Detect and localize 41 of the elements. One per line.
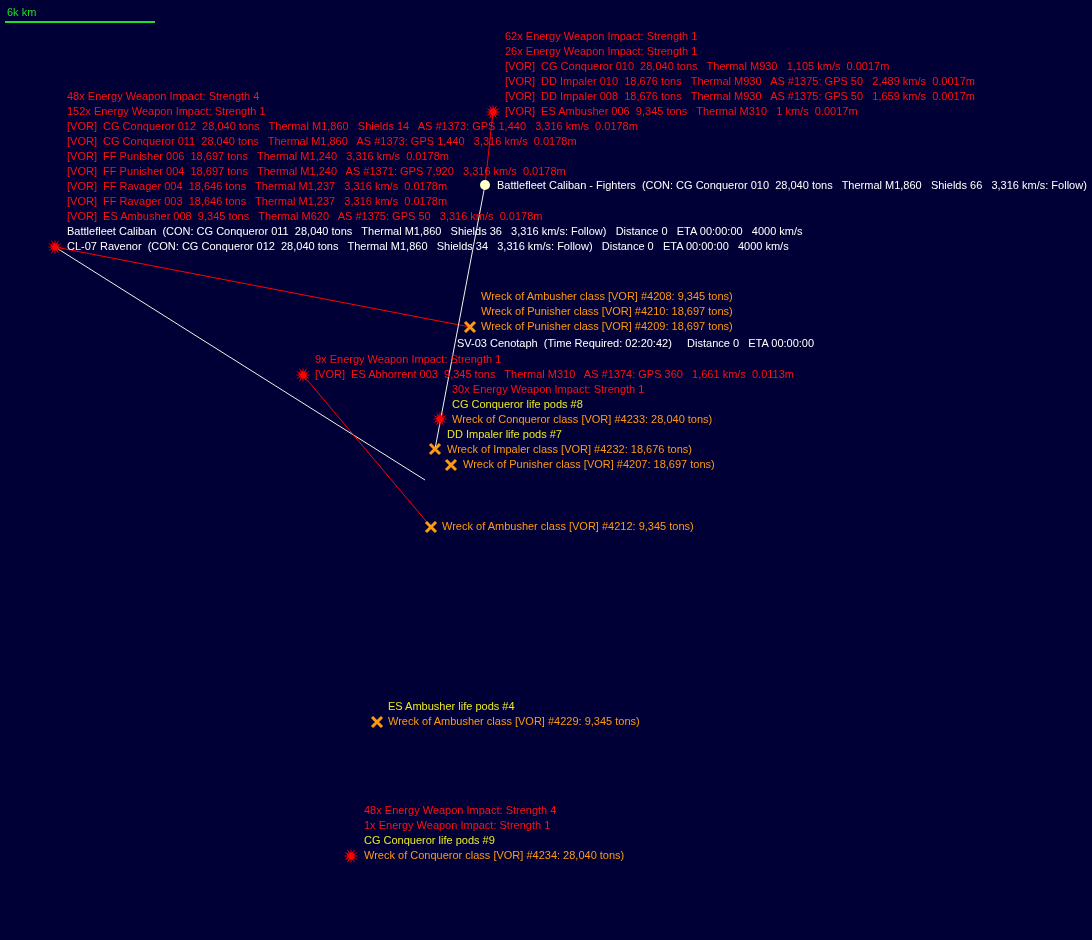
wreck-label: Wreck of Impaler class [VOR] #4232: 18,676 tons) xyxy=(447,442,692,456)
wreck-label: Wreck of Ambusher class [VOR] #4208: 9,345 tons) xyxy=(481,289,733,303)
fleet-label: Battlefleet Caliban (CON: CG Conqueror 011 28,040 tons Thermal M1,860 Shields 36 3,316 km/s: Follow) Distance 0 ETA 00:00:00 4000 km/s xyxy=(67,224,803,238)
contact-label: [VOR] ES Ambusher 006 9,345 tons Thermal M310 1 km/s 0.0017m xyxy=(505,104,858,118)
fleet-label: SV-03 Cenotaph (Time Required: 02:20:42) Distance 0 ETA 00:00:00 xyxy=(457,336,815,350)
wreck-label: Wreck of Ambusher class [VOR] #4212: 9,345 tons) xyxy=(442,519,694,533)
impact-label: 26x Energy Weapon Impact: Strength 1 xyxy=(505,44,698,58)
fleet-label: CL-07 Ravenor (CON: CG Conqueror 012 28,040 tons Thermal M1,860 Shields 34 3,316 km/s: Follow) Distance 0 ETA 00:00:00 4000 km/s xyxy=(67,239,789,253)
impact-label: 1x Energy Weapon Impact: Strength 1 xyxy=(364,818,551,832)
dot-icon[interactable] xyxy=(480,180,490,190)
life-pods-label: CG Conqueror life pods #9 xyxy=(364,833,495,847)
wreck-label: Wreck of Punisher class [VOR] #4210: 18,697 tons) xyxy=(481,304,733,318)
contact-label: [VOR] FF Punisher 006 18,697 tons Thermal M1,240 3,316 km/s 0.0178m xyxy=(67,149,449,163)
wreck-label: Wreck of Punisher class [VOR] #4207: 18,697 tons) xyxy=(463,457,715,471)
contact-label: [VOR] CG Conqueror 011 28,040 tons Thermal M1,860 AS #1373: GPS 1,440 3,316 km/s 0.0178m xyxy=(67,134,577,148)
cross-icon[interactable] xyxy=(444,458,458,472)
impact-label: 9x Energy Weapon Impact: Strength 1 xyxy=(315,352,502,366)
cross-icon[interactable] xyxy=(463,320,477,334)
impact-label: 62x Energy Weapon Impact: Strength 1 xyxy=(505,29,698,43)
impact-label: 30x Energy Weapon Impact: Strength 1 xyxy=(452,382,645,396)
impact-label: 152x Energy Weapon Impact: Strength 1 xyxy=(67,104,266,118)
impact-label: 48x Energy Weapon Impact: Strength 4 xyxy=(67,89,260,103)
contact-label: [VOR] FF Ravager 003 18,646 tons Thermal M1,237 3,316 km/s 0.0178m xyxy=(67,194,448,208)
cross-icon[interactable] xyxy=(428,442,442,456)
wreck-label: Wreck of Ambusher class [VOR] #4229: 9,345 tons) xyxy=(388,714,640,728)
life-pods-label: DD Impaler life pods #7 xyxy=(447,427,562,441)
contact-label: [VOR] ES Ambusher 008 9,345 tons Thermal M620 AS #1375: GPS 50 3,316 km/s 0.0178m xyxy=(67,209,543,223)
contact-label: [VOR] FF Ravager 004 18,646 tons Thermal M1,237 3,316 km/s 0.0178m xyxy=(67,179,448,193)
wreck-label: Wreck of Conqueror class [VOR] #4234: 28,040 tons) xyxy=(364,848,625,862)
impact-label: 48x Energy Weapon Impact: Strength 4 xyxy=(364,803,557,817)
life-pods-label: CG Conqueror life pods #8 xyxy=(452,397,583,411)
contact-label: [VOR] CG Conqueror 010 28,040 tons Thermal M930 1,105 km/s 0.0017m xyxy=(505,59,890,73)
cross-icon[interactable] xyxy=(424,520,438,534)
contact-label: [VOR] DD Impaler 010 18,676 tons Thermal M930 AS #1375: GPS 50 2,489 km/s 0.0017m xyxy=(505,74,975,88)
fleet-label: Battlefleet Caliban - Fighters (CON: CG Conqueror 010 28,040 tons Thermal M1,860 Shields 66 3,316 km/s: Follow) xyxy=(497,178,1087,192)
scale-label: 6k km xyxy=(7,5,37,19)
contact-label: [VOR] DD Impaler 008 18,676 tons Thermal M930 AS #1375: GPS 50 1,659 km/s 0.0017m xyxy=(505,89,975,103)
wreck-label: Wreck of Conqueror class [VOR] #4233: 28,040 tons) xyxy=(452,412,713,426)
wreck-label: Wreck of Punisher class [VOR] #4209: 18,697 tons) xyxy=(481,319,733,333)
life-pods-label: ES Ambusher life pods #4 xyxy=(388,699,515,713)
cross-icon[interactable] xyxy=(370,715,384,729)
